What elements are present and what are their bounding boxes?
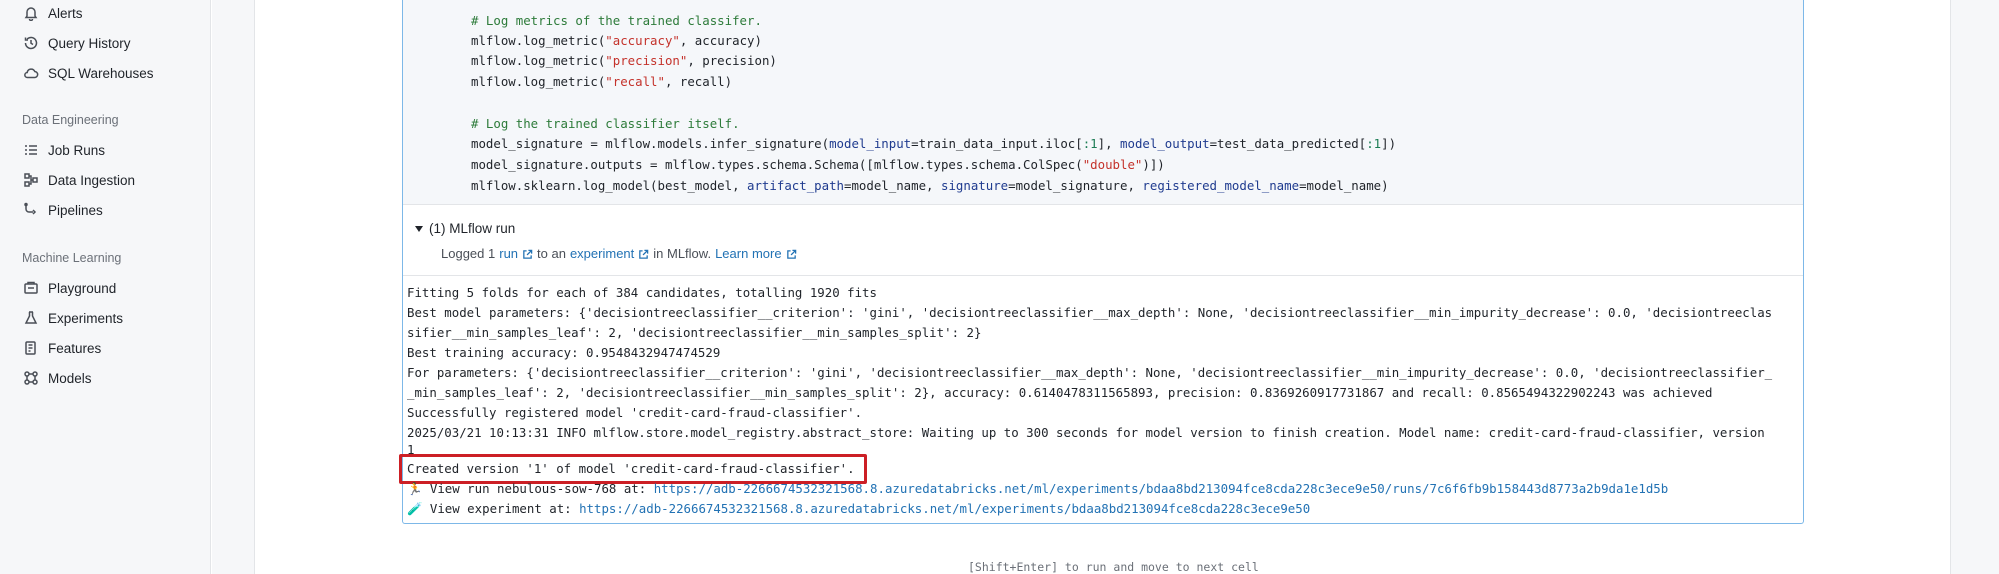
external-link-icon[interactable] [522,248,533,259]
sidebar-item-playground[interactable]: Playground [22,276,116,300]
pipeline-icon [22,201,40,219]
view-run-line: 🏃 View run nebulous-sow-768 at: https://… [407,481,1668,497]
output-line: Best training accuracy: 0.95484329474745… [407,345,721,360]
sidebar-item-label: Data Ingestion [48,172,136,188]
ingestion-icon [22,171,40,189]
sidebar-item-label: Pipelines [48,202,103,218]
experiment-link[interactable]: experiment [570,246,634,261]
external-link-icon[interactable] [638,248,649,259]
code-line: # Log the trained classifier itself. [471,116,740,131]
sidebar-item-experiments[interactable]: Experiments [22,306,123,330]
output-line: sifier__min_samples_leaf': 2, 'decisiont… [407,325,982,340]
logged-prefix: Logged 1 [441,246,496,261]
view-experiment-line: 🧪 View experiment at: https://adb-226667… [407,501,1310,517]
features-icon [22,339,40,357]
history-icon [22,34,40,52]
external-link-icon[interactable] [786,248,797,259]
playground-icon [22,279,40,297]
logged-in-mlflow: in MLflow. [653,246,712,261]
sidebar-item-data-ingestion[interactable]: Data Ingestion [22,168,135,192]
code-line: mlflow.log_metric("accuracy", accuracy) [471,33,762,48]
experiment-url-link[interactable]: https://adb-2266674532321568.8.azuredata… [579,501,1310,516]
notebook-cell[interactable]: # Log metrics of the trained classifer. … [399,0,1804,524]
code-line: # Log metrics of the trained classifer. [471,13,762,28]
output-line: For parameters: {'decisiontreeclassifier… [407,365,1773,380]
output-line: 2025/03/21 10:13:31 INFO mlflow.store.mo… [407,425,1765,440]
sidebar-item-alerts[interactable]: Alerts [22,1,83,25]
output-line: Best model parameters: {'decisiontreecla… [407,305,1773,320]
code-line: mlflow.log_metric("recall", recall) [471,74,733,89]
output-line: Successfully registered model 'credit-ca… [407,405,863,420]
caret-down-icon [415,225,423,232]
code-editor[interactable]: # Log metrics of the trained classifer. … [403,0,1803,205]
sidebar-item-label: Playground [48,280,117,296]
run-url-link[interactable]: https://adb-2266674532321568.8.azuredata… [654,481,1669,496]
output-line: _min_samples_leaf': 2, 'decisiontreeclas… [407,385,1713,400]
view-run-prefix: 🏃 View run nebulous-sow-768 at: [407,481,654,496]
sidebar-item-job-runs[interactable]: Job Runs [22,138,105,162]
mlflow-logged-text: Logged 1 run to an experiment in MLflow.… [441,246,797,261]
sidebar-item-models[interactable]: Models [22,366,92,390]
mlflow-run-title: (1) MLflow run [429,221,516,236]
run-link[interactable]: run [499,246,518,261]
code-line: mlflow.sklearn.log_model(best_model, art… [471,178,1389,193]
sidebar-item-query-history[interactable]: Query History [22,31,131,55]
highlight-box [399,454,867,484]
sidebar-item-label: Experiments [48,310,124,326]
learn-more-link[interactable]: Learn more [715,246,781,261]
sidebar: Alerts Query History SQL Warehouses Data… [0,0,211,574]
sidebar-item-label: Features [48,340,102,356]
section-label-machine-learning: Machine Learning [22,251,122,265]
sidebar-item-pipelines[interactable]: Pipelines [22,198,103,222]
mlflow-run-toggle[interactable]: (1) MLflow run [415,221,515,236]
sidebar-item-label: Job Runs [48,142,106,158]
code-line: model_signature = mlflow.models.infer_si… [471,136,1397,151]
bell-icon [22,4,40,22]
code-line: mlflow.log_metric("precision", precision… [471,53,777,68]
sidebar-item-label: Query History [48,35,131,51]
cloud-icon [22,64,40,82]
list-icon [22,141,40,159]
flask-icon [22,309,40,327]
section-label-data-engineering: Data Engineering [22,113,119,127]
mlflow-run-panel: (1) MLflow run Logged 1 run to an experi… [403,205,1803,276]
models-icon [22,369,40,387]
sidebar-item-label: SQL Warehouses [48,65,154,81]
code-line: model_signature.outputs = mlflow.types.s… [471,157,1165,172]
view-experiment-prefix: 🧪 View experiment at: [407,501,580,516]
sidebar-item-features[interactable]: Features [22,336,101,360]
sidebar-item-label: Alerts [48,5,83,21]
output-line: Fitting 5 folds for each of 384 candidat… [407,285,877,300]
logged-middle: to an [537,246,566,261]
sidebar-item-sql-warehouses[interactable]: SQL Warehouses [22,61,154,85]
sidebar-item-label: Models [48,370,92,386]
run-cell-hint: [Shift+Enter] to run and move to next ce… [968,560,1259,574]
